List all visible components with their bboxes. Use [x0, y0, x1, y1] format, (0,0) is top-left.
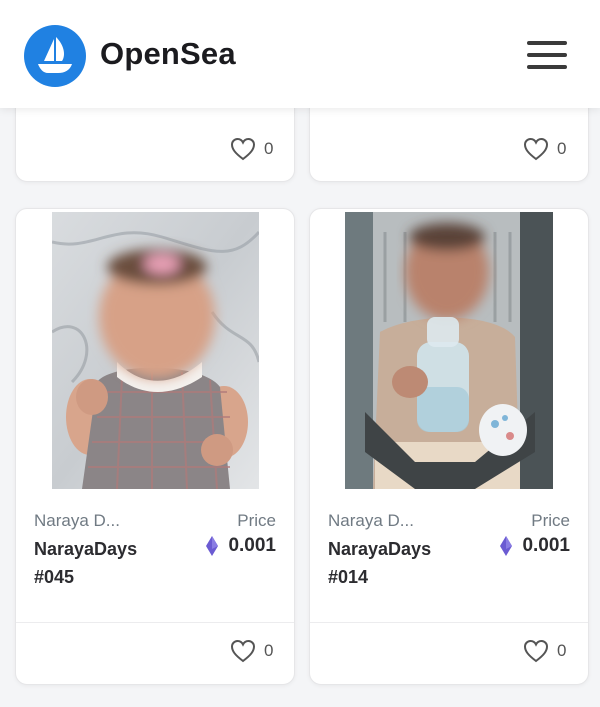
nft-card-narayadays-045[interactable]: Naraya D... Price NarayaDays #045 0.001 …: [15, 208, 295, 685]
price-label: Price: [531, 511, 570, 530]
ethereum-icon: [206, 536, 219, 556]
nft-image[interactable]: [345, 212, 553, 489]
price-value: 0.001: [206, 535, 276, 557]
baby-photo-icon: [52, 212, 259, 489]
heart-icon: [230, 639, 256, 663]
favorite-button[interactable]: 0: [230, 137, 273, 161]
collection-name[interactable]: Naraya D...: [328, 511, 414, 531]
favorite-button[interactable]: 0: [230, 639, 273, 663]
favorite-count: 0: [264, 641, 274, 660]
collection-name[interactable]: Naraya D...: [34, 511, 120, 531]
nft-card-narayadays-014[interactable]: Naraya D... Price NarayaDays #014 0.001 …: [309, 208, 589, 685]
item-name[interactable]: NarayaDays #045: [34, 535, 137, 591]
top-header: OpenSea: [0, 0, 600, 108]
favorite-count: 0: [557, 641, 567, 660]
item-number: #014: [328, 567, 369, 587]
opensea-logo[interactable]: [24, 25, 86, 87]
item-name-line: NarayaDays: [34, 539, 138, 559]
heart-icon: [523, 137, 549, 161]
hamburger-menu-icon[interactable]: [527, 41, 567, 69]
nft-image[interactable]: [52, 212, 259, 489]
ethereum-icon: [500, 536, 513, 556]
sailboat-icon: [38, 37, 72, 73]
nft-card-top-left[interactable]: 0: [15, 96, 295, 182]
price-amount: 0.001: [522, 535, 570, 556]
heart-icon: [523, 639, 549, 663]
item-name[interactable]: NarayaDays #014: [328, 535, 431, 591]
baby-photo-icon: [345, 212, 553, 489]
nft-card-top-right[interactable]: 0: [309, 96, 589, 182]
price-amount: 0.001: [228, 535, 276, 556]
item-name-line: NarayaDays: [328, 539, 432, 559]
price-label: Price: [237, 511, 276, 530]
item-number: #045: [34, 567, 75, 587]
heart-icon: [230, 137, 256, 161]
brand-name[interactable]: OpenSea: [100, 36, 236, 72]
favorite-count: 0: [264, 139, 274, 158]
price-value: 0.001: [500, 535, 570, 557]
favorite-button[interactable]: 0: [523, 137, 566, 161]
favorite-button[interactable]: 0: [523, 639, 566, 663]
favorite-count: 0: [557, 139, 567, 158]
